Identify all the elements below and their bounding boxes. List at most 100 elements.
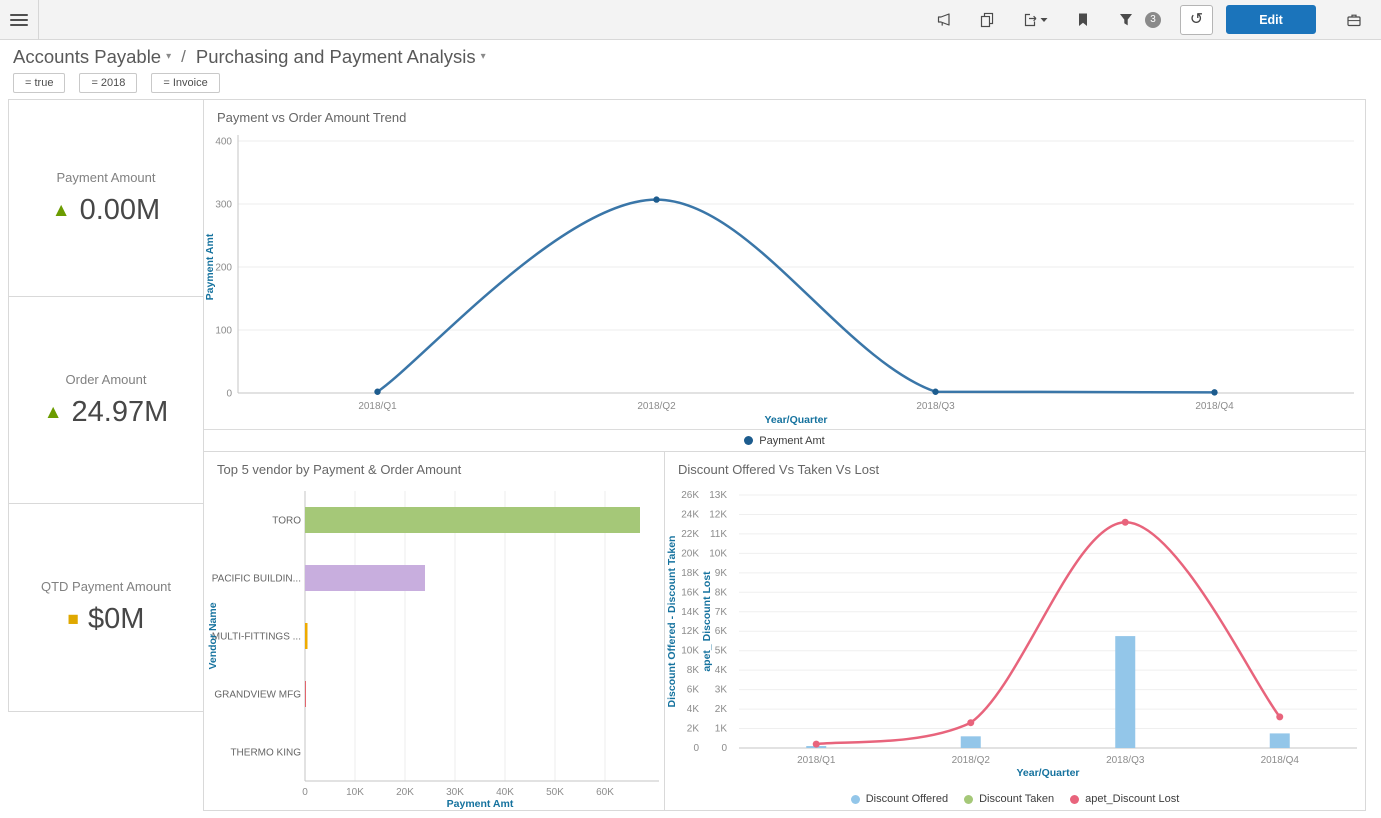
legend-item-payment-amt[interactable]: Payment Amt xyxy=(744,435,824,447)
svg-text:4K: 4K xyxy=(715,665,728,676)
svg-text:2018/Q4: 2018/Q4 xyxy=(1195,401,1234,412)
briefcase-icon xyxy=(1345,12,1363,28)
svg-text:12K: 12K xyxy=(681,626,699,637)
svg-text:Discount Offered - Discount T: Discount Offered - Discount Taken xyxy=(666,536,678,708)
legend-label: Payment Amt xyxy=(759,435,824,447)
svg-text:2018/Q4: 2018/Q4 xyxy=(1261,755,1300,766)
svg-text:2018/Q1: 2018/Q1 xyxy=(797,755,836,766)
svg-text:8K: 8K xyxy=(687,665,700,676)
legend-marker xyxy=(964,795,973,804)
svg-text:MULTI-FITTINGS ...: MULTI-FITTINGS ... xyxy=(212,632,301,643)
export-button[interactable] xyxy=(1015,5,1055,35)
svg-text:11K: 11K xyxy=(710,529,727,540)
breadcrumb-page[interactable]: Purchasing and Payment Analysis ▾ xyxy=(196,46,486,68)
svg-text:THERMO KING: THERMO KING xyxy=(230,748,301,759)
up-triangle-icon: ▲ xyxy=(44,403,63,422)
svg-text:7K: 7K xyxy=(715,607,728,618)
filter-chip-true[interactable]: = true xyxy=(13,73,65,93)
svg-text:TORO: TORO xyxy=(272,516,301,527)
filter-group: 3 xyxy=(1111,5,1161,35)
kpi-title: QTD Payment Amount xyxy=(41,579,171,594)
bookmark-button[interactable] xyxy=(1068,5,1098,35)
svg-text:5K: 5K xyxy=(715,646,728,657)
legend-marker xyxy=(851,795,860,804)
svg-text:0: 0 xyxy=(693,743,699,754)
menu-button[interactable] xyxy=(0,0,38,40)
svg-text:Year/Quarter: Year/Quarter xyxy=(764,414,827,426)
chart-title: Payment vs Order Amount Trend xyxy=(204,100,1365,125)
svg-text:6K: 6K xyxy=(687,685,700,696)
refresh-icon: ↺ xyxy=(1190,11,1203,28)
filter-chip-year[interactable]: = 2018 xyxy=(79,73,137,93)
kpi-card-payment-amount[interactable]: Payment Amount ▲ 0.00M xyxy=(8,99,204,297)
svg-text:9K: 9K xyxy=(715,568,728,579)
filter-count-badge: 3 xyxy=(1145,12,1161,28)
svg-text:16K: 16K xyxy=(681,587,699,598)
megaphone-icon xyxy=(936,12,952,28)
svg-text:12K: 12K xyxy=(709,509,727,520)
kpi-card-qtd-payment-amount[interactable]: QTD Payment Amount ■ $0M xyxy=(8,503,204,712)
svg-text:40K: 40K xyxy=(496,787,514,798)
chevron-down-icon xyxy=(1040,17,1048,23)
filter-chip-row: = true = 2018 = Invoice xyxy=(13,73,220,93)
trend-chart-canvas[interactable]: 01002003004002018/Q12018/Q22018/Q32018/Q… xyxy=(204,129,1365,429)
svg-text:2018/Q2: 2018/Q2 xyxy=(637,401,676,412)
svg-text:4K: 4K xyxy=(687,704,700,715)
kpi-title: Payment Amount xyxy=(57,170,156,185)
discount-legend: Discount Offered Discount Taken apet_Dis… xyxy=(665,793,1365,805)
svg-text:60K: 60K xyxy=(596,787,614,798)
svg-text:2018/Q3: 2018/Q3 xyxy=(916,401,955,412)
legend-label: apet_Discount Lost xyxy=(1085,793,1179,805)
svg-text:0: 0 xyxy=(302,787,308,798)
vendor-chart-panel: Top 5 vendor by Payment & Order Amount 0… xyxy=(203,451,665,811)
legend-label: Discount Taken xyxy=(979,793,1054,805)
svg-text:10K: 10K xyxy=(346,787,364,798)
svg-text:0: 0 xyxy=(721,743,727,754)
edit-button[interactable]: Edit xyxy=(1226,5,1316,34)
svg-text:10K: 10K xyxy=(681,646,699,657)
trend-chart-panel: Payment vs Order Amount Trend 0100200300… xyxy=(203,99,1366,452)
legend-item-discount-taken[interactable]: Discount Taken xyxy=(964,793,1054,805)
files-button[interactable] xyxy=(1339,5,1369,35)
svg-text:22K: 22K xyxy=(681,529,699,540)
breadcrumb: Accounts Payable ▾ / Purchasing and Paym… xyxy=(0,40,486,73)
svg-text:2018/Q3: 2018/Q3 xyxy=(1106,755,1145,766)
chart-title: Top 5 vendor by Payment & Order Amount xyxy=(204,452,664,477)
svg-text:apet_ Discount Lost: apet_ Discount Lost xyxy=(701,571,713,672)
copy-icon xyxy=(979,12,995,28)
filter-chip-invoice[interactable]: = Invoice xyxy=(151,73,219,93)
breadcrumb-page-label: Purchasing and Payment Analysis xyxy=(196,46,476,68)
breadcrumb-section[interactable]: Accounts Payable ▾ xyxy=(13,46,171,68)
kpi-value: 0.00M xyxy=(80,194,161,227)
svg-text:Payment Amt: Payment Amt xyxy=(447,798,514,810)
vendor-chart-canvas[interactable]: 010K20K30K40K50K60KTOROPACIFIC BUILDIN..… xyxy=(204,481,664,811)
svg-text:100: 100 xyxy=(215,326,232,337)
hamburger-icon xyxy=(10,14,28,16)
kpi-value: 24.97M xyxy=(72,396,169,429)
kpi-card-order-amount[interactable]: Order Amount ▲ 24.97M xyxy=(8,296,204,504)
svg-text:14K: 14K xyxy=(681,607,699,618)
filter-button[interactable] xyxy=(1111,5,1141,35)
legend-item-discount-lost[interactable]: apet_Discount Lost xyxy=(1070,793,1179,805)
chevron-down-icon: ▾ xyxy=(166,51,171,62)
svg-text:24K: 24K xyxy=(681,509,699,520)
svg-text:6K: 6K xyxy=(715,626,728,637)
copy-button[interactable] xyxy=(972,5,1002,35)
svg-text:GRANDVIEW MFG: GRANDVIEW MFG xyxy=(214,690,301,701)
trend-legend: Payment Amt xyxy=(204,429,1365,451)
discount-chart-panel: Discount Offered Vs Taken Vs Lost 002K1K… xyxy=(664,451,1366,811)
refresh-button[interactable]: ↺ xyxy=(1180,5,1213,35)
svg-text:2K: 2K xyxy=(715,704,728,715)
svg-text:300: 300 xyxy=(215,200,232,211)
svg-text:0: 0 xyxy=(226,389,232,400)
legend-item-discount-offered[interactable]: Discount Offered xyxy=(851,793,948,805)
kpi-value: $0M xyxy=(88,603,144,636)
discount-chart-canvas[interactable]: 002K1K4K2K6K3K8K4K10K5K12K6K14K7K16K8K18… xyxy=(665,481,1365,781)
svg-text:30K: 30K xyxy=(446,787,464,798)
svg-text:1K: 1K xyxy=(715,724,728,735)
svg-text:PACIFIC BUILDIN...: PACIFIC BUILDIN... xyxy=(212,574,301,585)
svg-text:2018/Q2: 2018/Q2 xyxy=(952,755,991,766)
chevron-down-icon: ▾ xyxy=(481,51,486,62)
svg-text:10K: 10K xyxy=(709,548,727,559)
present-button[interactable] xyxy=(929,5,959,35)
